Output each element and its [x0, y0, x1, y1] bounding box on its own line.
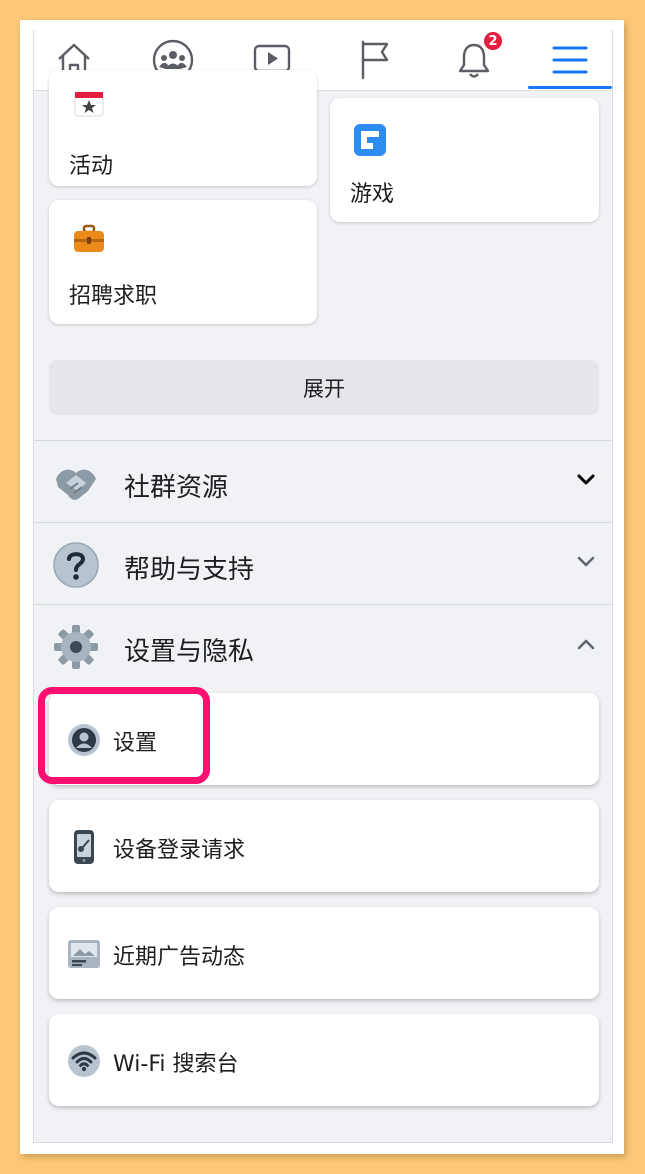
settings-item-label: Wi-Fi 搜索台: [113, 1052, 239, 1077]
settings-item-recent-ad-activity[interactable]: 近期广告动态: [49, 907, 599, 999]
handshake-icon: [56, 469, 96, 500]
settings-item-label: 设备登录请求: [113, 838, 246, 863]
tab-pages[interactable]: [326, 30, 422, 90]
shortcut-gaming-label: 游戏: [350, 182, 395, 207]
section-help-label: 帮助与支持: [124, 555, 255, 585]
active-tab-indicator: [528, 86, 612, 89]
section-help-support[interactable]: 帮助与支持: [34, 525, 612, 605]
settings-item-wifi-finder[interactable]: Wi-Fi 搜索台: [49, 1014, 599, 1106]
tab-menu[interactable]: [522, 30, 612, 90]
question-icon: [53, 542, 99, 588]
app-screen: 2 活动 游戏 招聘求职 展开 社群资源 帮助与支持 设置与隐私 设置 设备登录…: [33, 30, 613, 1143]
wifi-icon: [68, 1045, 100, 1077]
section-community-resources[interactable]: 社群资源: [34, 443, 612, 523]
section-settings-label: 设置与隐私: [124, 637, 255, 667]
section-settings-privacy[interactable]: 设置与隐私: [34, 607, 612, 687]
section-divider: [34, 522, 612, 523]
ad-image-icon: [68, 940, 100, 968]
calendar-star-icon: [74, 92, 104, 117]
shortcut-events-label: 活动: [69, 154, 114, 179]
shortcut-jobs[interactable]: 招聘求职: [49, 200, 317, 324]
settings-item-device-login-requests[interactable]: 设备登录请求: [49, 800, 599, 892]
section-divider: [34, 604, 612, 605]
chevron-down-icon: [577, 474, 595, 485]
settings-item-label: 近期广告动态: [113, 945, 246, 970]
notification-badge: 2: [482, 30, 504, 52]
gear-icon: [54, 625, 98, 669]
phone-key-icon: [74, 830, 94, 864]
tab-notifications[interactable]: 2: [426, 30, 522, 90]
briefcase-icon: [74, 224, 104, 252]
shortcut-events[interactable]: 活动: [49, 70, 317, 186]
gaming-icon: [354, 124, 386, 156]
pages-flag-icon: [361, 40, 389, 80]
expand-button[interactable]: 展开: [49, 360, 599, 415]
section-community-label: 社群资源: [124, 473, 229, 503]
chevron-up-icon: [577, 639, 595, 650]
highlight-annotation: [38, 687, 210, 784]
shortcut-gaming[interactable]: 游戏: [330, 98, 599, 222]
menu-icon: [552, 46, 588, 74]
shortcut-jobs-label: 招聘求职: [69, 284, 158, 309]
chevron-down-icon: [577, 556, 595, 567]
section-divider: [34, 440, 612, 441]
